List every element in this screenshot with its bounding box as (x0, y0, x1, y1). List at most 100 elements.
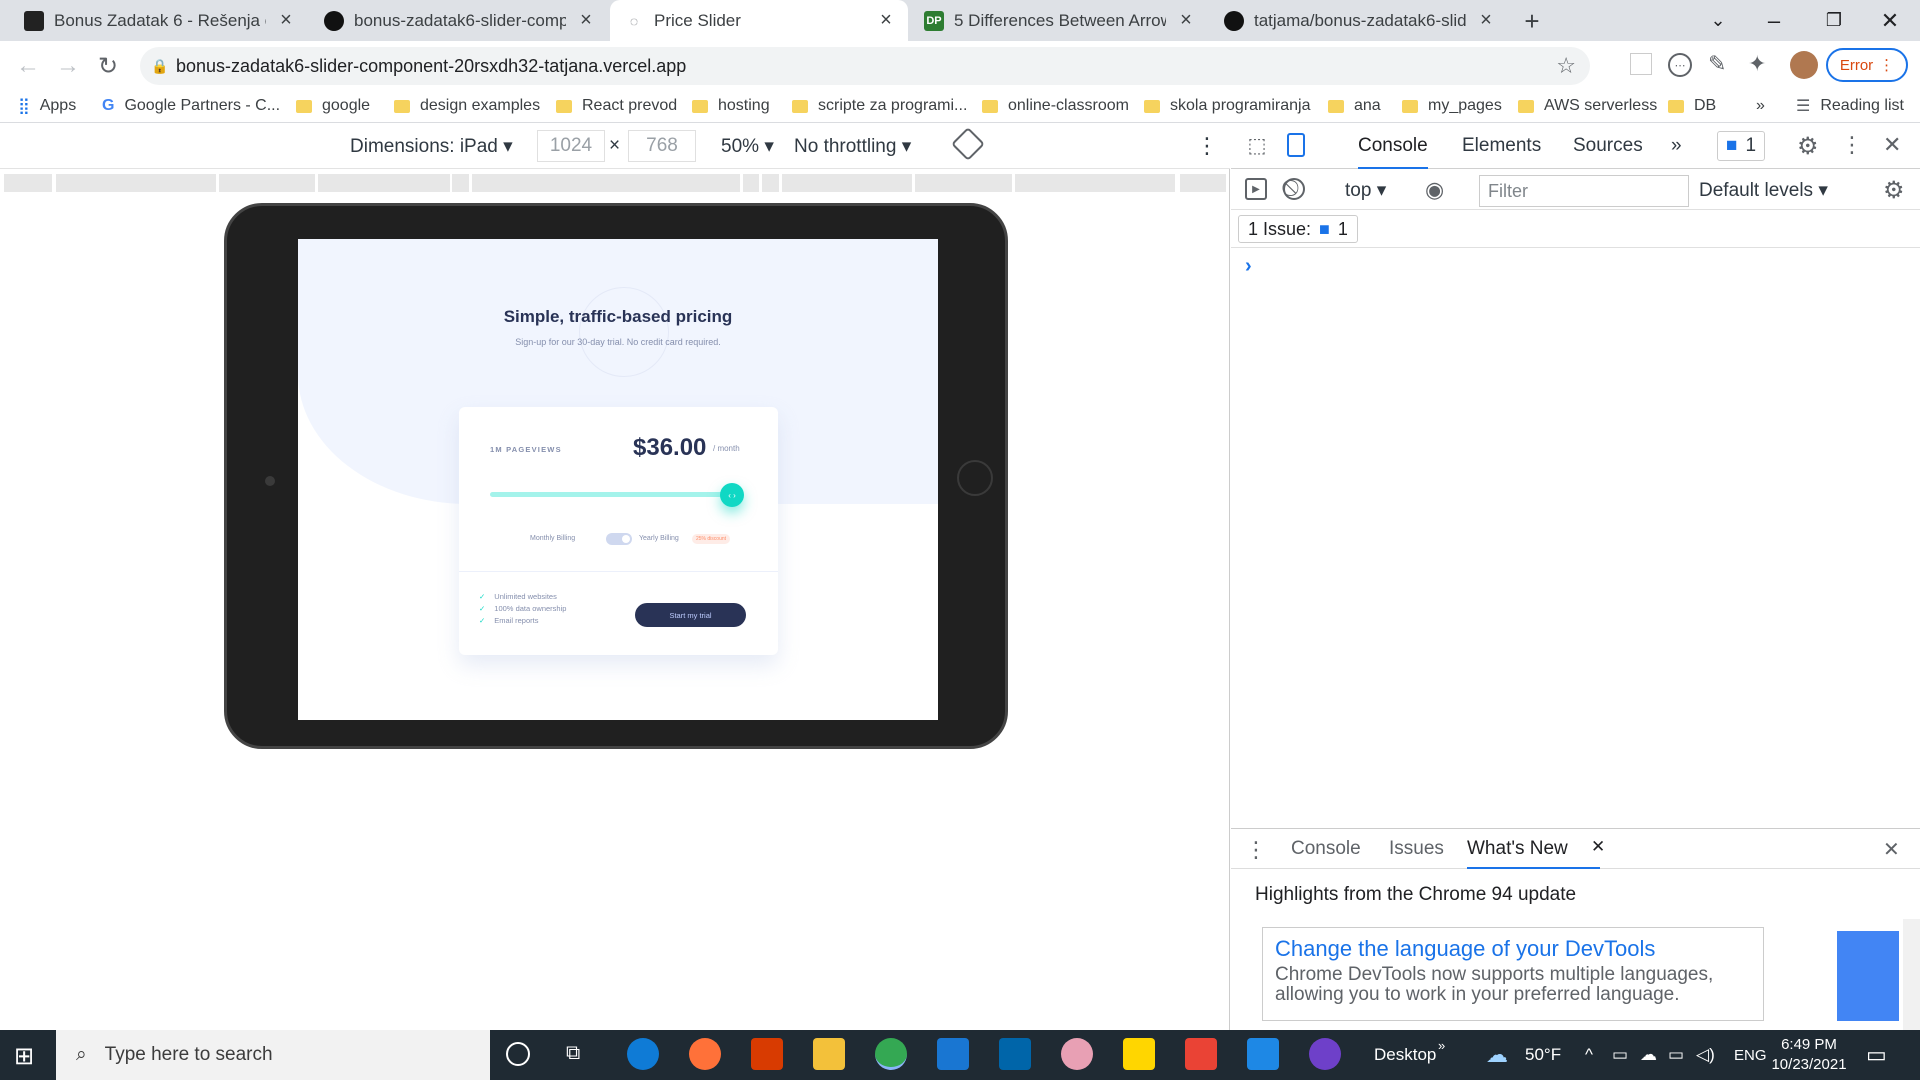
tab-search-button[interactable]: ⌄ (1690, 0, 1746, 41)
billing-toggle[interactable] (606, 533, 632, 545)
volume-icon[interactable]: ◁) (1696, 1030, 1715, 1080)
bookmark-folder[interactable]: DB (1668, 90, 1716, 122)
inspect-element-icon[interactable]: ⬚ (1245, 133, 1269, 157)
bookmarks-more-button[interactable]: » (1756, 90, 1765, 122)
issues-button[interactable]: 1 Issue: ■ 1 (1238, 215, 1358, 243)
tab-3-active[interactable]: ◌ Price Slider × (610, 0, 908, 41)
office-icon[interactable] (751, 1038, 783, 1070)
close-drawer-icon[interactable]: ✕ (1883, 837, 1900, 862)
throttling-dropdown[interactable]: No throttling ▾ (794, 135, 911, 158)
bookmark-folder[interactable]: AWS serverless (1518, 90, 1657, 122)
close-icon[interactable]: × (1476, 9, 1496, 31)
onedrive-icon[interactable]: ☁ (1640, 1030, 1657, 1080)
dimensions-dropdown[interactable]: Dimensions: iPad ▾ (350, 135, 513, 158)
slider-track[interactable] (490, 492, 730, 497)
avatar[interactable] (1790, 51, 1818, 79)
new-tab-button[interactable]: + (1518, 6, 1546, 36)
tab-console[interactable]: Console (1358, 123, 1428, 169)
eyedropper-icon[interactable]: ✎ (1708, 51, 1726, 77)
width-input[interactable]: 1024 (537, 130, 605, 162)
eye-icon[interactable]: ◉ (1425, 177, 1444, 203)
media-query-ruler[interactable] (0, 170, 1230, 192)
windows-start-icon[interactable]: ⊞ (14, 1042, 34, 1071)
more-tabs-button[interactable]: » (1671, 123, 1682, 169)
sidebar-toggle-icon[interactable]: ▶ (1245, 178, 1267, 200)
context-selector[interactable]: top ▾ (1345, 179, 1386, 202)
bookmark-folder[interactable]: skola programiranja (1144, 90, 1311, 122)
file-explorer-icon[interactable] (813, 1038, 845, 1070)
issues-counter[interactable]: ■ 1 (1717, 131, 1766, 161)
close-icon[interactable]: × (576, 9, 596, 31)
bookmark-folder[interactable]: online-classroom (982, 90, 1129, 122)
sticky-notes-icon[interactable] (1123, 1038, 1155, 1070)
restore-button[interactable]: ❐ (1806, 0, 1862, 41)
reading-list-button[interactable]: ☰ Reading list (1796, 90, 1904, 122)
vscode-icon[interactable] (999, 1038, 1031, 1070)
bookmark-apps[interactable]: ⣿ Apps (18, 90, 76, 122)
back-button[interactable]: ← (10, 48, 46, 84)
bookmark-folder[interactable]: React prevod (556, 90, 677, 122)
bookmark-folder[interactable]: google (296, 90, 370, 122)
bookmark-folder[interactable]: hosting (692, 90, 770, 122)
bookmark-folder[interactable]: ana (1328, 90, 1381, 122)
meet-icon[interactable]: ▭ (1612, 1030, 1628, 1080)
cortana-icon[interactable] (506, 1042, 530, 1066)
puzzle-icon[interactable]: ✦ (1748, 51, 1766, 77)
tab-sources[interactable]: Sources (1573, 123, 1643, 169)
console-filter-input[interactable]: Filter (1479, 175, 1689, 207)
tab-elements[interactable]: Elements (1462, 123, 1541, 169)
address-bar[interactable]: 🔒 bonus-zadatak6-slider-component-20rsxd… (140, 47, 1590, 85)
forward-button[interactable]: → (50, 48, 86, 84)
drawer-tab-whats-new[interactable]: What's New (1467, 829, 1600, 869)
desktop-toolbar[interactable]: Desktop (1374, 1030, 1436, 1080)
drawer-tab-issues[interactable]: Issues (1389, 829, 1444, 869)
edge-icon[interactable] (627, 1038, 659, 1070)
battery-icon[interactable]: ▭ (1668, 1030, 1684, 1080)
device-toggle-icon[interactable] (1287, 133, 1305, 157)
url-text[interactable]: bonus-zadatak6-slider-component-20rsxdh3… (176, 56, 686, 77)
close-window-button[interactable]: ✕ (1862, 0, 1918, 41)
drawer-tab-console[interactable]: Console (1291, 829, 1361, 869)
task-view-icon[interactable]: ⧉ (566, 1042, 580, 1065)
language-indicator[interactable]: ENG (1734, 1030, 1767, 1080)
tray-up-icon[interactable]: ^ (1585, 1030, 1593, 1080)
whats-new-card[interactable]: Change the language of your DevTools Chr… (1262, 927, 1764, 1021)
mail-icon[interactable] (937, 1038, 969, 1070)
taskbar-search[interactable]: ⌕ Type here to search (56, 1030, 490, 1080)
gmail-icon[interactable] (1185, 1038, 1217, 1070)
weather-temp[interactable]: 50°F (1525, 1030, 1561, 1080)
reload-button[interactable]: ↻ (90, 48, 126, 84)
bookmark-star-icon[interactable]: ☆ (1556, 53, 1576, 79)
more-vert-icon[interactable]: ⋮ (1196, 133, 1218, 159)
notifications-icon[interactable]: ▭ (1866, 1030, 1887, 1080)
start-trial-button[interactable]: Start my trial (635, 603, 746, 627)
tab-2[interactable]: bonus-zadatak6-slider-component × (310, 0, 608, 41)
extension-icon[interactable]: ⋯ (1668, 53, 1692, 77)
bookmark-folder[interactable]: scripte za programi... (792, 90, 967, 122)
close-devtools-icon[interactable]: ✕ (1883, 132, 1901, 158)
bookmark-folder[interactable]: my_pages (1402, 90, 1502, 122)
zoom-dropdown[interactable]: 50% ▾ (721, 135, 774, 158)
close-tab-icon[interactable]: ✕ (1591, 837, 1605, 857)
chrome-icon[interactable] (875, 1038, 907, 1070)
close-icon[interactable]: × (276, 9, 296, 31)
rotate-icon[interactable] (951, 127, 985, 161)
photos-icon[interactable] (1247, 1038, 1279, 1070)
tab-5[interactable]: tatjama/bonus-zadatak6-slider-c × (1210, 0, 1508, 41)
clock[interactable]: 6:49 PM 10/23/2021 (1771, 1030, 1846, 1080)
paint-icon[interactable] (1061, 1038, 1093, 1070)
whats-new-title[interactable]: Change the language of your DevTools (1275, 936, 1751, 962)
tab-1[interactable]: Bonus Zadatak 6 - Rešenja on FE × (10, 0, 308, 41)
console-prompt[interactable]: › (1245, 255, 1252, 278)
drawer-menu-icon[interactable]: ⋮ (1245, 837, 1267, 863)
profile-error-button[interactable]: Error ⋮ (1826, 48, 1908, 82)
extension-icon[interactable] (1630, 53, 1652, 75)
close-icon[interactable]: × (1176, 9, 1196, 31)
github-desktop-icon[interactable] (1309, 1038, 1341, 1070)
bookmark-folder[interactable]: design examples (394, 90, 540, 122)
tab-4[interactable]: DP 5 Differences Between Arrow and × (910, 0, 1208, 41)
firefox-icon[interactable] (689, 1038, 721, 1070)
console-settings-icon[interactable]: ⚙ (1883, 176, 1905, 205)
minimize-button[interactable]: – (1746, 0, 1802, 41)
settings-gear-icon[interactable]: ⚙ (1797, 132, 1819, 161)
